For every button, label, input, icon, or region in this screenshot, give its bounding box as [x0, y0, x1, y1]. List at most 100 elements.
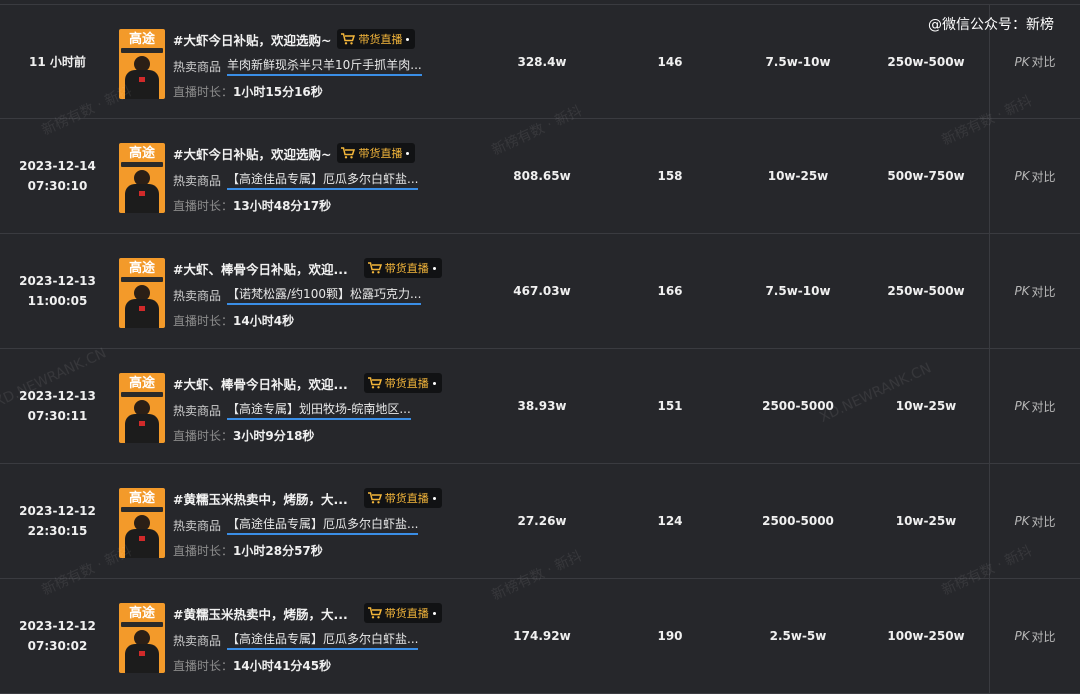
sales-volume: 7.5w-10w [765, 284, 831, 298]
sales-amount: 250w-500w [887, 284, 965, 298]
hot-product-label: 热卖商品 [173, 518, 222, 533]
hot-product-label: 热卖商品 [173, 403, 222, 418]
live-commerce-badge: 带货直播 [363, 258, 442, 278]
start-time: 11 小时前 [29, 54, 86, 69]
pk-icon: PK [1014, 629, 1030, 643]
live-cover-image[interactable]: 高途 [119, 258, 165, 328]
hot-product-link[interactable]: 【高途佳品专属】厄瓜多尔白虾盐... [227, 170, 419, 190]
live-title[interactable]: #大虾今日补贴，欢迎选购~ [173, 144, 331, 163]
sales-volume: 2500-5000 [762, 399, 834, 413]
start-time: 2023-12-12 07:30:02 [19, 619, 96, 653]
product-count: 146 [657, 54, 683, 69]
hot-product-link[interactable]: 羊肉新鲜现杀半只羊10斤手抓羊肉... [227, 56, 422, 76]
sales-volume: 10w-25w [767, 169, 829, 183]
product-count: 166 [657, 284, 683, 298]
cart-icon [341, 147, 356, 159]
sales-amount: 10w-25w [895, 399, 957, 413]
viewer-count: 328.4w [517, 54, 567, 69]
start-time: 2023-12-14 07:30:10 [19, 159, 96, 193]
table-row[interactable]: 2023-12-12 22:30:15 高途 #黄糯玉米热卖中，烤肠，大... 带… [0, 464, 1080, 579]
pk-icon: PK [1014, 399, 1030, 413]
live-info: #黄糯玉米热卖中，烤肠，大... 带货直播 热卖商品 【高途佳品专属】厄瓜多尔白… [173, 601, 473, 675]
hot-product-link[interactable]: 【高途佳品专属】厄瓜多尔白虾盐... [227, 515, 419, 535]
table-row[interactable]: 2023-12-13 11:00:05 高途 #大虾、棒骨今日补贴，欢迎... 带… [0, 234, 1080, 349]
viewer-count: 38.93w [517, 399, 567, 413]
start-time: 2023-12-12 22:30:15 [19, 504, 96, 538]
live-duration: 直播时长： 1小时15分16秒 [173, 84, 323, 99]
viewer-count: 808.65w [513, 169, 571, 183]
cart-icon [367, 262, 382, 274]
pk-compare-button[interactable]: PK 对比 [995, 464, 1075, 578]
cart-icon [367, 377, 382, 389]
pk-compare-button[interactable]: PK 对比 [995, 234, 1075, 348]
live-cover-image[interactable]: 高途 [119, 29, 165, 99]
live-title[interactable]: #黄糯玉米热卖中，烤肠，大... [173, 489, 348, 508]
live-title[interactable]: #大虾、棒骨今日补贴，欢迎... [173, 259, 348, 278]
table-row[interactable]: 2023-12-14 07:30:10 高途 #大虾今日补贴，欢迎选购~ 带货直播… [0, 119, 1080, 234]
sales-amount: 100w-250w [887, 629, 965, 643]
live-cover-image[interactable]: 高途 [119, 603, 165, 673]
live-info: #大虾、棒骨今日补贴，欢迎... 带货直播 热卖商品 【诺梵松露/约100颗】松… [173, 256, 473, 330]
live-session-table: 11 小时前 高途 #大虾今日补贴，欢迎选购~ 带货直播 热卖商品 羊肉新鲜现杀… [0, 4, 1080, 694]
sales-amount: 500w-750w [887, 169, 965, 183]
pk-icon: PK [1014, 169, 1030, 183]
start-time: 2023-12-13 07:30:11 [19, 389, 96, 423]
column-divider [989, 234, 990, 348]
table-row[interactable]: 11 小时前 高途 #大虾今日补贴，欢迎选购~ 带货直播 热卖商品 羊肉新鲜现杀… [0, 4, 1080, 119]
viewer-count: 467.03w [513, 284, 571, 298]
pk-compare-button[interactable]: PK 对比 [995, 579, 1075, 693]
live-duration: 直播时长： 3小时9分18秒 [173, 428, 315, 443]
hot-product-label: 热卖商品 [173, 173, 222, 188]
pk-compare-button[interactable]: PK 对比 [995, 349, 1075, 463]
column-divider [989, 119, 990, 233]
live-title[interactable]: #黄糯玉米热卖中，烤肠，大... [173, 604, 348, 623]
column-divider [989, 579, 990, 693]
cart-icon [367, 492, 382, 504]
live-duration: 直播时长： 14小时41分45秒 [173, 658, 332, 673]
live-commerce-badge: 带货直播 [337, 143, 416, 163]
sales-amount: 10w-25w [895, 514, 957, 528]
live-commerce-badge: 带货直播 [363, 373, 442, 393]
product-count: 151 [657, 399, 683, 413]
start-time: 2023-12-13 11:00:05 [19, 274, 96, 308]
live-duration: 直播时长： 14小时4秒 [173, 313, 295, 328]
table-row[interactable]: 2023-12-12 07:30:02 高途 #黄糯玉米热卖中，烤肠，大... 带… [0, 579, 1080, 694]
live-info: #大虾今日补贴，欢迎选购~ 带货直播 热卖商品 羊肉新鲜现杀半只羊10斤手抓羊肉… [173, 27, 473, 101]
viewer-count: 27.26w [517, 514, 567, 528]
live-duration: 直播时长： 13小时48分17秒 [173, 198, 332, 213]
product-count: 158 [657, 169, 683, 183]
live-info: #大虾今日补贴，欢迎选购~ 带货直播 热卖商品 【高途佳品专属】厄瓜多尔白虾盐.… [173, 141, 473, 215]
live-title[interactable]: #大虾今日补贴，欢迎选购~ [173, 30, 331, 49]
live-info: #黄糯玉米热卖中，烤肠，大... 带货直播 热卖商品 【高途佳品专属】厄瓜多尔白… [173, 486, 473, 560]
hot-product-link[interactable]: 【诺梵松露/约100颗】松露巧克力... [227, 285, 422, 305]
hot-product-label: 热卖商品 [173, 288, 222, 303]
pk-icon: PK [1014, 514, 1030, 528]
live-duration: 直播时长： 1小时28分57秒 [173, 543, 323, 558]
hot-product-link[interactable]: 【高途佳品专属】厄瓜多尔白虾盐... [227, 630, 419, 650]
sales-volume: 7.5w-10w [765, 54, 831, 69]
hot-product-label: 热卖商品 [173, 59, 222, 74]
cart-icon [341, 33, 356, 45]
watermark-wechat: @微信公众号：新榜 [928, 17, 1054, 33]
live-cover-image[interactable]: 高途 [119, 488, 165, 558]
product-count: 124 [657, 514, 683, 528]
live-cover-image[interactable]: 高途 [119, 373, 165, 443]
live-commerce-badge: 带货直播 [337, 29, 416, 49]
column-divider [989, 349, 990, 463]
live-info: #大虾、棒骨今日补贴，欢迎... 带货直播 热卖商品 【高途专属】划田牧场-皖南… [173, 371, 473, 445]
sales-volume: 2500-5000 [762, 514, 834, 528]
table-row[interactable]: 2023-12-13 07:30:11 高途 #大虾、棒骨今日补贴，欢迎... 带… [0, 349, 1080, 464]
hot-product-link[interactable]: 【高途专属】划田牧场-皖南地区... [227, 400, 411, 420]
column-divider [989, 464, 990, 578]
sales-volume: 2.5w-5w [769, 629, 827, 643]
live-title[interactable]: #大虾、棒骨今日补贴，欢迎... [173, 374, 348, 393]
hot-product-label: 热卖商品 [173, 633, 222, 648]
cart-icon [367, 607, 382, 619]
pk-icon: PK [1014, 54, 1030, 69]
pk-compare-button[interactable]: PK 对比 [995, 119, 1075, 233]
viewer-count: 174.92w [513, 629, 571, 643]
live-cover-image[interactable]: 高途 [119, 143, 165, 213]
live-commerce-badge: 带货直播 [363, 488, 442, 508]
product-count: 190 [657, 629, 683, 643]
pk-icon: PK [1014, 284, 1030, 298]
